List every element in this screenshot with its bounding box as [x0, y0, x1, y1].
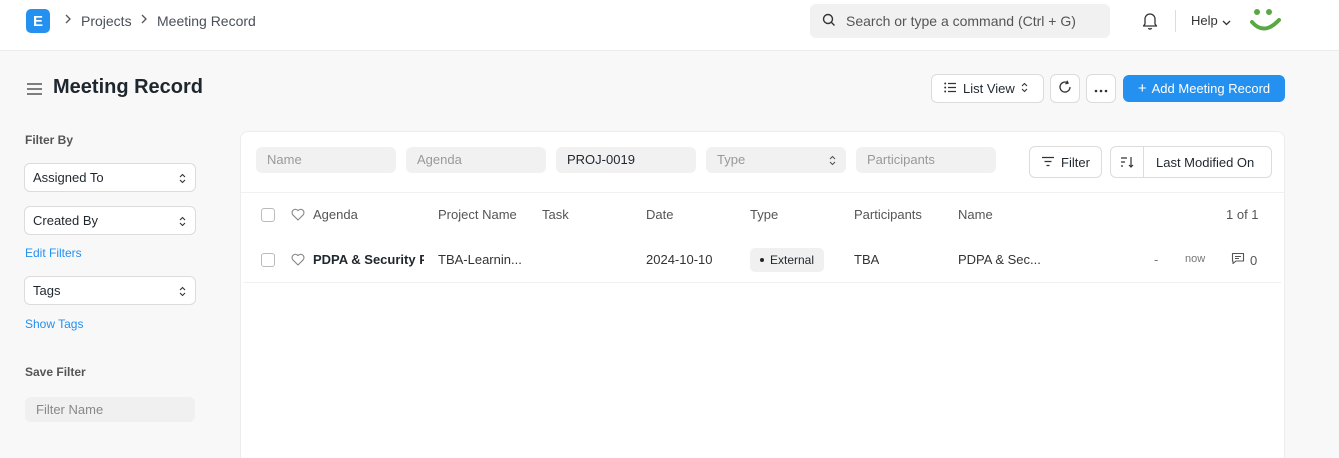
user-avatar[interactable]: [1249, 6, 1283, 39]
column-header-date: Date: [646, 207, 674, 222]
type-filter-label: Type: [717, 152, 746, 167]
more-icon: [1094, 81, 1108, 96]
bullet-icon: [760, 258, 764, 262]
sort-chevrons-icon: [1021, 81, 1028, 96]
list-card: Name Agenda PROJ-0019 Type Participants …: [240, 131, 1285, 458]
row-checkbox[interactable]: [261, 253, 275, 267]
sort-selector[interactable]: Last Modified On: [1110, 146, 1272, 178]
row-name[interactable]: PDPA & Sec...: [958, 252, 1048, 267]
add-button-label: Add Meeting Record: [1151, 81, 1271, 96]
sort-direction-icon[interactable]: [1111, 147, 1144, 177]
column-header-name: Name: [958, 207, 993, 222]
more-actions-button[interactable]: [1086, 74, 1116, 103]
assigned-to-select[interactable]: Assigned To: [24, 163, 196, 192]
filter-by-heading: Filter By: [25, 133, 74, 147]
column-header-task: Task: [542, 207, 569, 222]
chevron-right-icon: [140, 13, 148, 27]
search-placeholder: Search or type a command (Ctrl + G): [846, 13, 1076, 29]
page-title: Meeting Record: [53, 76, 204, 98]
sort-chevrons-icon: [179, 215, 186, 230]
record-count: 1 of 1: [1226, 207, 1259, 222]
edit-filters-link[interactable]: Edit Filters: [25, 246, 82, 260]
refresh-icon: [1058, 80, 1072, 97]
show-tags-link[interactable]: Show Tags: [25, 317, 83, 331]
project-filter-field[interactable]: PROJ-0019: [556, 147, 696, 173]
column-header-agenda: Agenda: [313, 207, 358, 222]
comment-count-value: 0: [1250, 252, 1258, 268]
filter-button-label: Filter: [1061, 154, 1090, 170]
chevron-right-icon: [64, 13, 72, 27]
type-badge-label: External: [770, 253, 815, 267]
agenda-filter-field[interactable]: Agenda: [406, 147, 546, 173]
refresh-button[interactable]: [1050, 74, 1080, 103]
sort-chevrons-icon: [829, 154, 836, 169]
comment-count[interactable]: 0: [1231, 252, 1257, 268]
list-icon: [944, 81, 957, 96]
save-filter-heading: Save Filter: [25, 365, 86, 379]
type-filter-select[interactable]: Type: [706, 147, 846, 173]
created-by-select[interactable]: Created By: [24, 206, 196, 235]
row-participants: TBA: [854, 252, 880, 267]
name-filter-field[interactable]: Name: [256, 147, 396, 173]
search-icon: [822, 13, 836, 30]
comment-icon: [1231, 252, 1245, 268]
list-view-label: List View: [963, 81, 1015, 96]
notification-bell-icon[interactable]: [1141, 11, 1159, 34]
search-bar[interactable]: Search or type a command (Ctrl + G): [810, 4, 1110, 38]
navbar: E Projects Meeting Record Search or type…: [0, 0, 1339, 51]
list-view-selector[interactable]: List View: [931, 74, 1044, 103]
plus-icon: +: [1137, 80, 1147, 97]
row-divider: [244, 282, 1281, 283]
tags-label: Tags: [33, 283, 61, 298]
column-header-type: Type: [750, 207, 779, 222]
heart-icon[interactable]: [291, 208, 305, 224]
app-logo[interactable]: E: [26, 9, 50, 33]
row-project-name[interactable]: TBA-Learnin...: [438, 252, 533, 267]
sidebar-toggle-icon[interactable]: [26, 82, 43, 99]
breadcrumb-projects[interactable]: Projects: [81, 13, 132, 29]
column-header-participants: Participants: [854, 207, 922, 222]
breadcrumb-meeting-record[interactable]: Meeting Record: [157, 13, 256, 29]
participants-filter-field[interactable]: Participants: [856, 147, 996, 173]
row-modified-time: now: [1185, 253, 1206, 265]
navbar-divider: [1175, 10, 1176, 32]
filter-name-input[interactable]: [25, 397, 195, 422]
select-all-checkbox[interactable]: [261, 208, 275, 222]
help-menu[interactable]: Help: [1191, 13, 1218, 28]
heart-icon[interactable]: [291, 253, 305, 269]
sort-chevrons-icon: [179, 285, 186, 300]
row-dash: -: [1154, 252, 1159, 267]
divider: [241, 192, 1284, 193]
column-header-project-name: Project Name: [438, 207, 517, 222]
sort-field-label[interactable]: Last Modified On: [1156, 155, 1254, 170]
filter-button[interactable]: Filter: [1029, 146, 1102, 178]
filter-icon: [1041, 155, 1055, 170]
assigned-to-label: Assigned To: [33, 170, 104, 185]
chevron-down-icon[interactable]: [1222, 15, 1231, 30]
row-agenda-link[interactable]: PDPA & Security Pr: [313, 252, 424, 267]
sort-chevrons-icon: [179, 172, 186, 187]
add-meeting-record-button[interactable]: + Add Meeting Record: [1123, 75, 1285, 102]
created-by-label: Created By: [33, 213, 99, 228]
tags-select[interactable]: Tags: [24, 276, 196, 305]
type-badge[interactable]: External: [750, 248, 825, 272]
row-date: 2024-10-10: [646, 252, 713, 267]
